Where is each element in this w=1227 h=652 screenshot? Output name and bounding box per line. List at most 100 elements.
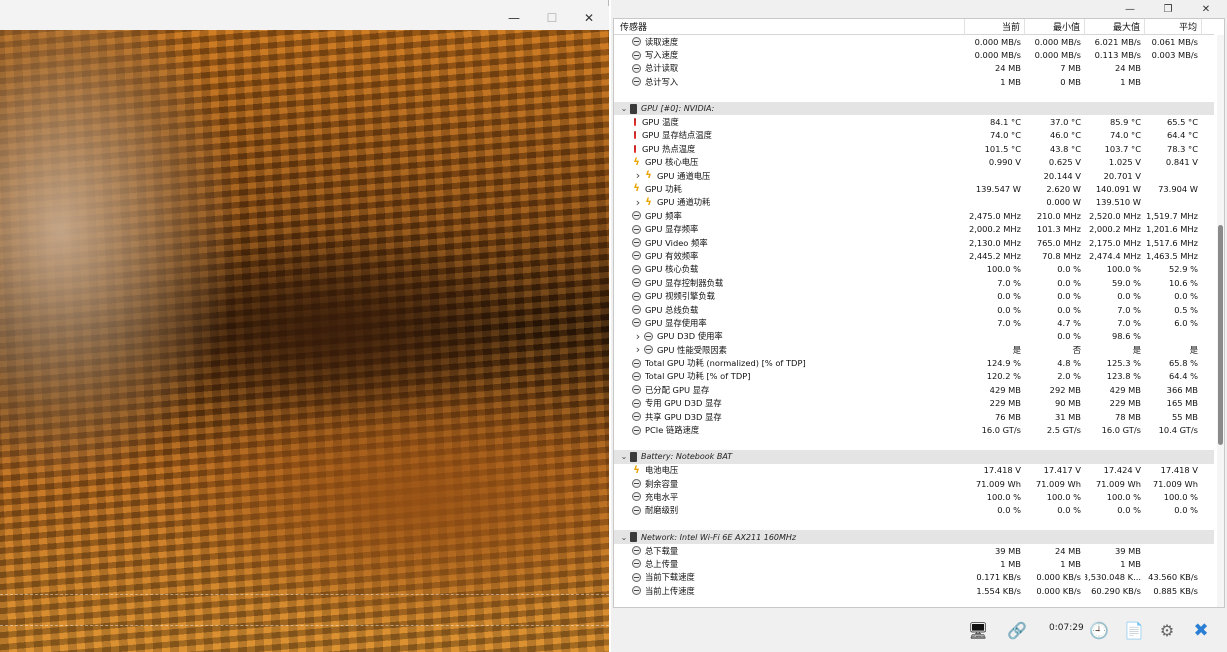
close-x-icon[interactable]: ✖	[1186, 615, 1216, 645]
gauge-icon	[632, 398, 641, 408]
gauge-icon	[632, 211, 641, 221]
settings-gear-icon[interactable]: ⚙	[1152, 615, 1182, 645]
column-header-min[interactable]: 最小值	[1025, 19, 1085, 35]
sensor-row[interactable]: Total GPU 功耗 (normalized) [% of TDP] 124.…	[614, 356, 1214, 369]
avg-value: 165 MB	[1166, 398, 1198, 409]
dashed-guide-line	[0, 625, 609, 626]
restore-button[interactable]: ❐	[1149, 0, 1187, 18]
collapse-chevron-icon[interactable]: ⌄	[618, 533, 630, 542]
network-monitor-icon[interactable]: 🖥	[963, 615, 993, 645]
sensor-row[interactable]: 总下载量 39 MB 24 MB 39 MB	[614, 544, 1214, 557]
remote-connection-icon[interactable]: 🔗	[1002, 615, 1032, 645]
collapse-chevron-icon[interactable]: ⌄	[618, 452, 630, 461]
sensor-label: 电池电压	[645, 465, 679, 476]
avg-value: 0.885 KB/s	[1153, 585, 1198, 596]
sensor-row[interactable]: ϟ GPU 功耗 139.547 W 2.620 W 140.091 W 73.904 W	[614, 182, 1214, 195]
close-button[interactable]: ✕	[1187, 0, 1225, 18]
maximize-button[interactable]: ☐	[533, 6, 571, 30]
gauge-icon	[632, 318, 641, 328]
sensor-group-row[interactable]: ⌄ Network: Intel Wi-Fi 6E AX211 160MHz	[614, 530, 1214, 544]
hardware-chip-icon	[630, 532, 637, 543]
sensor-row[interactable]: 总计读取 24 MB 7 MB 24 MB	[614, 62, 1214, 75]
sensor-row[interactable]: GPU 频率 2,475.0 MHz 210.0 MHz 2,520.0 MHz 1,5…	[614, 209, 1214, 222]
clock-icon[interactable]: 🕘	[1084, 615, 1114, 645]
sensor-label: 当前下载速度	[645, 572, 695, 583]
max-value: 60.290 KB/s	[1091, 585, 1141, 596]
expand-chevron-icon[interactable]: ›	[632, 330, 644, 343]
sensor-row[interactable]: GPU 总线负载 0.0 % 0.0 % 7.0 % 0.5 %	[614, 303, 1214, 316]
expand-chevron-icon[interactable]: ›	[632, 169, 644, 182]
group-empty-cell	[1145, 530, 1202, 543]
sensor-row[interactable]: GPU 温度 84.1 °C 37.0 °C 85.9 °C 65.5 °C	[614, 115, 1214, 128]
render-preview-window[interactable]: — ☐ ✕	[0, 0, 609, 652]
sensor-monitor-window[interactable]: — ❐ ✕ 传感器 当前 最小值 最大值 平均 读取速度 0.000 MB/s 0.…	[611, 0, 1227, 652]
sensor-row[interactable]: 当前下载速度 0.171 KB/s 0.000 KB/s 3,530.048 K...…	[614, 571, 1214, 584]
sensor-row[interactable]: GPU 显存频率 2,000.2 MHz 101.3 MHz 2,000.2 MHz 1…	[614, 222, 1214, 235]
hardware-chip-icon	[630, 103, 637, 114]
max-value: 0.113 MB/s	[1094, 50, 1141, 61]
minimize-button[interactable]: —	[1111, 0, 1149, 18]
sensor-row[interactable]: GPU 显存结点温度 74.0 °C 46.0 °C 74.0 °C 64.4 °C	[614, 129, 1214, 142]
gauge-icon	[632, 425, 641, 435]
sensor-group-row[interactable]: ⌄ GPU [#0]: NVIDIA:	[614, 101, 1214, 116]
current-value: 1 MB	[1000, 76, 1021, 87]
sensor-label: GPU 核心电压	[645, 157, 699, 168]
sensor-row[interactable]: 充电水平 100.0 % 100.0 % 100.0 % 100.0 %	[614, 490, 1214, 503]
max-value: 24 MB	[1114, 63, 1141, 74]
column-header-avg[interactable]: 平均	[1145, 19, 1202, 35]
right-window-titlebar[interactable]: — ❐ ✕	[611, 0, 1227, 18]
avg-value: 65.5 °C	[1166, 117, 1198, 128]
sensor-row[interactable]: 写入速度 0.000 MB/s 0.000 MB/s 0.113 MB/s 0.003 …	[614, 48, 1214, 61]
avg-value: 是	[1189, 344, 1198, 355]
sensor-row[interactable]: GPU 显存控制器负载 7.0 % 0.0 % 59.0 % 10.6 %	[614, 276, 1214, 289]
sensor-row[interactable]: 剩余容量 71.009 Wh 71.009 Wh 71.009 Wh 71.009 Wh	[614, 477, 1214, 490]
sensor-row[interactable]: 专用 GPU D3D 显存 229 MB 90 MB 229 MB 165 MB	[614, 397, 1214, 410]
sensor-row[interactable]: 当前上传速度 1.554 KB/s 0.000 KB/s 60.290 KB/s 0.8…	[614, 584, 1214, 597]
sensor-row[interactable]: 耐磨级别 0.0 % 0.0 % 0.0 % 0.0 %	[614, 504, 1214, 517]
vertical-scrollbar[interactable]	[1217, 35, 1224, 607]
sensor-name-cell: GPU 显存频率	[614, 222, 965, 235]
gauge-icon	[632, 50, 641, 60]
min-value: 0.0 %	[1057, 291, 1081, 302]
report-add-icon[interactable]: 📄	[1119, 615, 1149, 645]
sensor-row[interactable]: 总上传量 1 MB 1 MB 1 MB	[614, 557, 1214, 570]
column-header-max[interactable]: 最大值	[1085, 19, 1145, 35]
column-header-sensor[interactable]: 传感器	[614, 19, 965, 35]
scrollbar-thumb[interactable]	[1218, 225, 1223, 445]
sensor-row[interactable]: 共享 GPU D3D 显存 76 MB 31 MB 78 MB 55 MB	[614, 410, 1214, 423]
minimize-button[interactable]: —	[495, 6, 533, 30]
sensor-row[interactable]: GPU 热点温度 101.5 °C 43.8 °C 103.7 °C 78.3 °C	[614, 142, 1214, 155]
sensor-row[interactable]: 读取速度 0.000 MB/s 0.000 MB/s 6.021 MB/s 0.061 …	[614, 35, 1214, 48]
close-button[interactable]: ✕	[570, 6, 608, 30]
collapse-chevron-icon[interactable]: ⌄	[618, 104, 630, 113]
sensor-row[interactable]: 已分配 GPU 显存 429 MB 292 MB 429 MB 366 MB	[614, 383, 1214, 396]
sensor-row[interactable]: PCIe 链路速度 16.0 GT/s 2.5 GT/s 16.0 GT/s 10.4 …	[614, 423, 1214, 436]
sensor-table[interactable]: 传感器 当前 最小值 最大值 平均 读取速度 0.000 MB/s 0.000 MB…	[613, 18, 1225, 608]
expand-chevron-icon[interactable]: ›	[632, 196, 644, 209]
sensor-label: GPU 总线负载	[645, 304, 699, 315]
sensor-row[interactable]: GPU Video 频率 2,130.0 MHz 765.0 MHz 2,175.0 …	[614, 236, 1214, 249]
group-empty-cell	[1085, 450, 1145, 463]
sensor-row[interactable]: ϟ GPU 核心电压 0.990 V 0.625 V 1.025 V 0.841 V	[614, 156, 1214, 169]
sensor-row[interactable]: 总计写入 1 MB 0 MB 1 MB	[614, 75, 1214, 88]
sensor-row[interactable]: GPU 有效频率 2,445.2 MHz 70.8 MHz 2,474.4 MHz 1,…	[614, 249, 1214, 262]
sensor-table-header: 传感器 当前 最小值 最大值 平均	[614, 19, 1214, 35]
sensor-row[interactable]: GPU 显存使用率 7.0 % 4.7 % 7.0 % 6.0 %	[614, 316, 1214, 329]
sensor-row[interactable]: › GPU 性能受限因素 是 否 是 是	[614, 343, 1214, 356]
sensor-row[interactable]: › ϟ GPU 通道电压 20.144 V 20.701 V	[614, 169, 1214, 182]
sensor-row[interactable]: GPU 核心负载 100.0 % 0.0 % 100.0 % 52.9 %	[614, 263, 1214, 276]
sensor-row[interactable]: Total GPU 功耗 [% of TDP] 120.2 % 2.0 % 123.8…	[614, 370, 1214, 383]
current-value: 2,475.0 MHz	[968, 210, 1021, 221]
sensor-group-row[interactable]: ⌄ Battery: Notebook BAT	[614, 450, 1214, 464]
hardware-chip-icon	[630, 451, 637, 462]
sensor-row[interactable]: GPU 视频引擎负载 0.0 % 0.0 % 0.0 % 0.0 %	[614, 289, 1214, 302]
expand-chevron-icon[interactable]: ›	[632, 343, 644, 356]
left-window-titlebar[interactable]: — ☐ ✕	[0, 6, 609, 30]
sensor-row[interactable]: › GPU D3D 使用率 0.0 % 98.6 %	[614, 330, 1214, 343]
max-value: 100.0 %	[1106, 491, 1141, 502]
column-header-current[interactable]: 当前	[965, 19, 1025, 35]
sensor-row[interactable]: › ϟ GPU 通道功耗 0.000 W 139.510 W	[614, 196, 1214, 209]
sensor-row[interactable]: ϟ 电池电压 17.418 V 17.417 V 17.424 V 17.418 V	[614, 464, 1214, 477]
group-empty-cell	[1085, 102, 1145, 115]
sensor-label: GPU 显存频率	[645, 224, 699, 235]
